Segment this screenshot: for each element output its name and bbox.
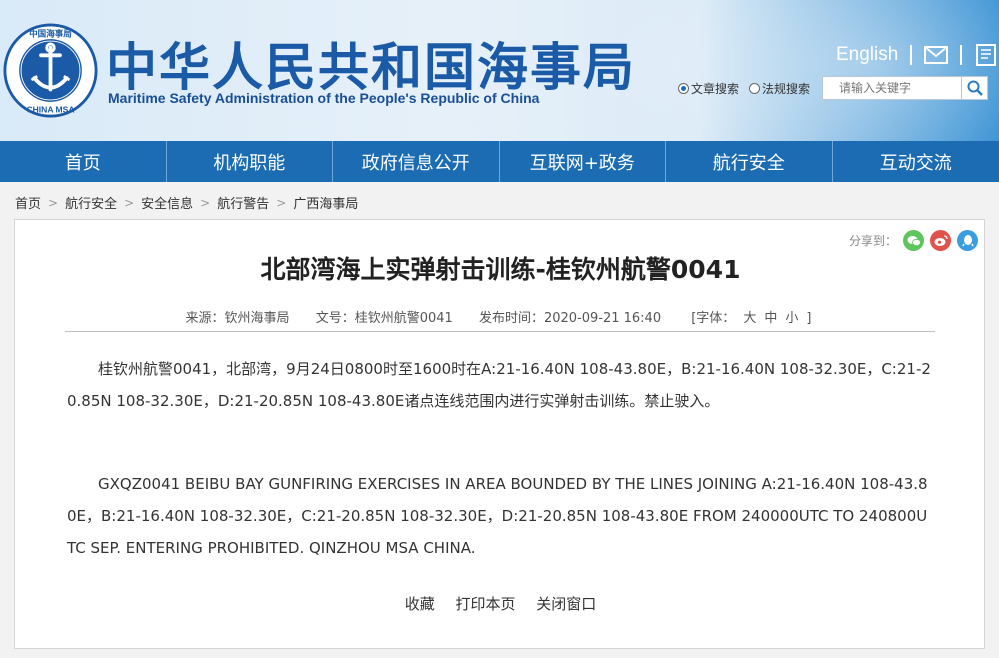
search-button[interactable] [962,76,989,100]
breadcrumb-item[interactable]: 航行安全 [65,193,117,212]
font-size-close: ] [806,311,812,326]
article-container: 分享到： 北部湾海上实弹射击训练-桂钦州航警0041 来源：钦州海事局 文号：桂… [14,219,985,649]
radio-law[interactable] [749,82,761,94]
share-label: 分享到： [848,234,897,248]
search-option-article[interactable]: 文章搜索 [678,80,739,97]
chevron-right-icon: > [124,195,135,210]
msa-logo-icon[interactable]: 中国海事局 CHINA MSA [3,23,98,118]
nav-item-gov-info[interactable]: 政府信息公开 [333,141,500,182]
header-tools: English [836,42,998,68]
site-header: 中国海事局 CHINA MSA 中华人民共和国海事局 Maritime Safe… [0,0,999,141]
chevron-right-icon: > [48,195,59,210]
page: 中国海事局 CHINA MSA 中华人民共和国海事局 Maritime Safe… [0,0,999,658]
qq-icon[interactable] [957,230,978,251]
article-title: 北部湾海上实弹射击训练-桂钦州航警0041 [260,255,741,284]
logo-text-top: 中国海事局 [29,27,72,39]
divider [65,331,935,332]
font-size-label: [字体： [691,311,736,326]
search-bar: 文章搜索 法规搜索 请输入关键字 [678,76,989,100]
article-paragraph-cn: 桂钦州航警0041，北部湾，9月24日0800时至1600时在A:21-16.4… [67,360,931,410]
article-doc-number: 文号：桂钦州航警0041 [315,311,453,326]
article-actions: 收藏 打印本页 关闭窗口 [15,593,986,614]
favorite-button[interactable]: 收藏 [405,595,435,613]
breadcrumb-item[interactable]: 安全信息 [141,193,193,212]
divider [910,45,913,65]
nav-item-home[interactable]: 首页 [0,141,167,182]
search-option-law[interactable]: 法规搜索 [749,80,810,97]
divider [960,45,963,65]
share-bar: 分享到： [849,230,978,251]
font-size-large[interactable]: 大 [743,311,756,326]
article-meta: 来源：钦州海事局 文号：桂钦州航警0041 发布时间：2020-09-21 16… [15,307,986,326]
english-link[interactable]: English [836,44,898,66]
article-source: 来源：钦州海事局 [185,311,290,326]
article-publish-time: 发布时间：2020-09-21 16:40 [478,311,662,326]
breadcrumb: 首页 > 航行安全 > 安全信息 > 航行警告 > 广西海事局 [15,193,358,213]
site-subtitle: Maritime Safety Administration of the Pe… [108,90,540,106]
book-icon[interactable] [974,44,998,66]
logo-text-bottom: CHINA MSA [26,104,74,114]
site-title: 中华人民共和国海事局 [106,39,637,98]
nav-item-functions[interactable]: 机构职能 [167,141,333,182]
search-option-law-label: 法规搜索 [762,81,811,96]
nav-item-interaction[interactable]: 互动交流 [833,141,999,182]
font-size-controls: [字体： 大中小] [687,311,815,326]
chevron-right-icon: > [200,195,211,210]
main-nav: 首页 机构职能 政府信息公开 互联网+政务 航行安全 互动交流 [0,141,999,182]
mail-icon[interactable] [924,46,949,64]
print-button[interactable]: 打印本页 [455,595,515,613]
nav-item-nav-safety[interactable]: 航行安全 [666,141,833,182]
article-paragraph-en: GXQZ0041 BEIBU BAY GUNFIRING EXERCISES I… [67,475,928,557]
font-size-small[interactable]: 小 [785,311,798,326]
breadcrumb-item[interactable]: 航行警告 [217,193,269,212]
font-size-medium[interactable]: 中 [764,311,777,326]
search-option-article-label: 文章搜索 [691,81,740,96]
chevron-right-icon: > [276,195,287,210]
close-window-button[interactable]: 关闭窗口 [536,595,596,613]
nav-item-internet-gov[interactable]: 互联网+政务 [500,141,666,182]
search-input[interactable]: 请输入关键字 [822,76,963,100]
breadcrumb-item[interactable]: 广西海事局 [293,193,358,212]
wechat-icon[interactable] [903,230,924,251]
search-icon [967,80,983,96]
breadcrumb-item[interactable]: 首页 [15,193,41,212]
weibo-icon[interactable] [930,230,951,251]
radio-article[interactable] [678,82,689,94]
